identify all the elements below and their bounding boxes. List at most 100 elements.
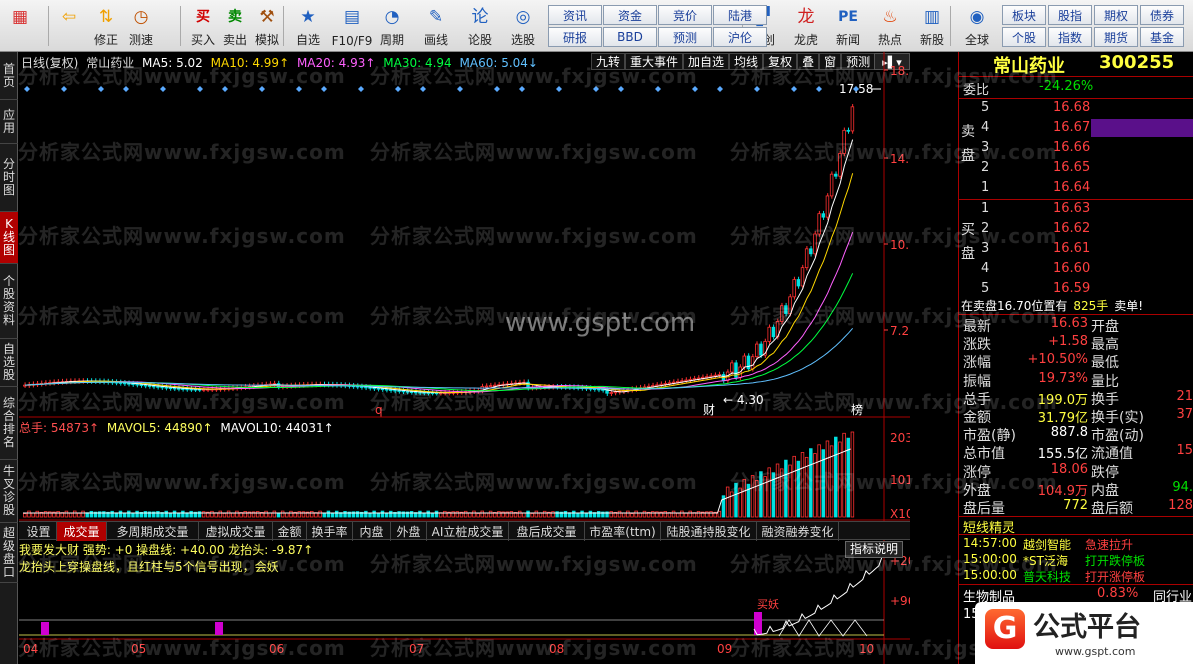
ask-price[interactable]: 16.64 — [1053, 180, 1090, 195]
toolbar-market-button[interactable]: 债券 — [1140, 5, 1184, 25]
toolbar-button-15[interactable]: PE 新闻 — [830, 2, 866, 50]
sub-tab-4[interactable]: 金额 — [273, 522, 307, 541]
toolbar-button-4[interactable]: 买买入 — [188, 2, 218, 50]
toolbar-button-1[interactable]: ⇦ — [54, 2, 84, 50]
watermark-text: 分析家公式网www.fxjgsw.com — [18, 304, 346, 328]
toolbar-market-button[interactable]: 期权 — [1094, 5, 1138, 25]
toolbar-market-button[interactable]: 期货 — [1094, 27, 1138, 47]
candle-body — [821, 213, 826, 218]
toolbar-button-11[interactable]: 论论股 — [462, 2, 498, 50]
left-tab-6[interactable]: 综合排名 — [0, 387, 18, 460]
toolbar-button-0[interactable]: ▦ — [4, 2, 36, 50]
volume-bar — [542, 510, 547, 518]
toolbar-grid-button[interactable]: 资讯 — [548, 5, 602, 25]
sub-tab-0[interactable]: 设置 — [21, 522, 57, 541]
toolbar-button-8[interactable]: ▤ F10/F9 — [330, 2, 374, 50]
short-event: 打开涨停板 — [1085, 570, 1146, 584]
toolbar-button-9[interactable]: ◔ 周期 — [374, 2, 410, 50]
toolbar-market-button[interactable]: 个股 — [1002, 27, 1046, 47]
bid-price[interactable]: 16.59 — [1053, 281, 1090, 296]
toolbar-button-14[interactable]: 龙龙虎 — [788, 2, 824, 50]
left-tab-3[interactable]: K线图 — [0, 212, 18, 264]
toolbar-button-16[interactable]: ♨ 热点 — [872, 2, 908, 50]
bid-price[interactable]: 16.63 — [1053, 201, 1090, 216]
volume-bar — [463, 510, 468, 518]
toolbar-grid-button[interactable]: BBD — [603, 27, 657, 47]
left-tab-5[interactable]: 自选股 — [0, 339, 18, 387]
toolbar-button-label: 画线 — [423, 33, 448, 47]
toolbar-button-12[interactable]: ◎ 选股 — [505, 2, 541, 50]
watermark-text: 分析家公式网www.fxjgsw.com — [18, 140, 346, 164]
volume-bar — [588, 510, 593, 518]
volume-bar — [181, 510, 185, 518]
sub-tab-10[interactable]: 市盈率(ttm) — [585, 522, 661, 541]
ask-price[interactable]: 16.66 — [1053, 140, 1090, 155]
short-event: 打开跌停板 — [1085, 554, 1146, 568]
sub-tab-7[interactable]: 外盘 — [391, 522, 427, 541]
hammer-icon: ⚒ — [259, 6, 275, 27]
toolbar-market-button[interactable]: 板块 — [1002, 5, 1046, 25]
toolbar-button-17[interactable]: ▥ 新股 — [914, 2, 950, 50]
toolbar-grid-button[interactable]: 沪伦 — [713, 27, 767, 47]
new-stock-icon: ▥ — [923, 6, 941, 27]
volume-axis-label: X100 — [890, 507, 910, 521]
event-marker-icon[interactable] — [358, 86, 364, 92]
sub-tab-9[interactable]: 盘后成交量 — [509, 522, 585, 541]
sub-tab-3[interactable]: 虚拟成交量 — [199, 522, 273, 541]
candle-body — [717, 374, 722, 376]
left-tab-0[interactable]: 首页 — [0, 52, 18, 100]
ask-price[interactable]: 16.65 — [1053, 160, 1090, 175]
volume-bar — [563, 510, 568, 518]
quote-divider — [959, 98, 1193, 99]
toolbar-market-button[interactable]: 股指 — [1048, 5, 1092, 25]
bid-price[interactable]: 16.62 — [1053, 221, 1090, 236]
toolbar-button-6[interactable]: ⚒ 模拟 — [252, 2, 282, 50]
candle-body — [800, 267, 805, 287]
left-tab-7[interactable]: 牛叉诊股 — [0, 460, 18, 523]
toolbar-grid-button[interactable]: 研报 — [548, 27, 602, 47]
volume-bar — [118, 510, 123, 518]
volume-bar — [663, 510, 667, 518]
watermark-text: 分析家公式网www.fxjgsw.com — [730, 304, 1058, 328]
volume-bar — [64, 510, 69, 518]
watermark-text: 分析家公式网www.fxjgsw.com — [18, 64, 346, 88]
sub-tab-1[interactable]: 成交量 — [57, 522, 107, 541]
sub-tab-5[interactable]: 换手率 — [307, 522, 353, 541]
volume-bar — [621, 512, 626, 518]
volume-bar — [509, 511, 514, 518]
toolbar-grid-button[interactable]: 陆港 — [713, 5, 767, 25]
volume-bar — [56, 511, 60, 518]
bid-price[interactable]: 16.60 — [1053, 261, 1090, 276]
sub-tab-2[interactable]: 多周期成交量 — [107, 522, 199, 541]
volume-bar — [364, 510, 368, 518]
toolbar-button-10[interactable]: ✎ 画线 — [418, 2, 454, 50]
toolbar-grid-button[interactable]: 预测 — [658, 27, 712, 47]
volume-bar — [472, 510, 476, 518]
toolbar-market-button[interactable]: 指数 — [1048, 27, 1092, 47]
sub-tab-8[interactable]: AI立桩成交量 — [427, 522, 509, 541]
quote-divider — [959, 584, 1193, 585]
left-tab-2[interactable]: 分时图 — [0, 144, 18, 212]
toolbar-grid-button[interactable]: 竞价 — [658, 5, 712, 25]
left-tab-1[interactable]: 应用 — [0, 100, 18, 144]
toolbar-button-2[interactable]: ⇅ 修正 — [90, 2, 122, 50]
left-tab-8[interactable]: 超级盘口 — [0, 523, 18, 583]
toolbar-button-18[interactable]: ◉ 全球 — [955, 2, 999, 50]
sub-tab-12[interactable]: 融资融券变化 — [757, 522, 839, 541]
bid-price[interactable]: 16.61 — [1053, 241, 1090, 256]
sub-tab-6[interactable]: 内盘 — [353, 522, 391, 541]
toolbar-grid-button[interactable]: 资金 — [603, 5, 657, 25]
toolbar-market-button[interactable]: 基金 — [1140, 27, 1184, 47]
toolbar-button-5[interactable]: 卖卖出 — [220, 2, 250, 50]
sub-tab-11[interactable]: 陆股通持股变化 — [661, 522, 757, 541]
buy-signal-label: 买妖 — [757, 597, 779, 611]
event-marker-icon[interactable] — [717, 86, 723, 92]
volume-bar — [709, 511, 713, 518]
toolbar-button-3[interactable]: ◷ 测速 — [125, 2, 157, 50]
left-tab-4[interactable]: 个股资料 — [0, 264, 18, 339]
toolbar-button-7[interactable]: ★ 自选 — [290, 2, 326, 50]
ask-price[interactable]: 16.67 — [1053, 120, 1090, 135]
event-mark-cai[interactable]: 财 — [703, 403, 715, 417]
watermark-text: 分析家公式网www.fxjgsw.com — [730, 224, 1058, 248]
ask-price[interactable]: 16.68 — [1053, 100, 1090, 115]
